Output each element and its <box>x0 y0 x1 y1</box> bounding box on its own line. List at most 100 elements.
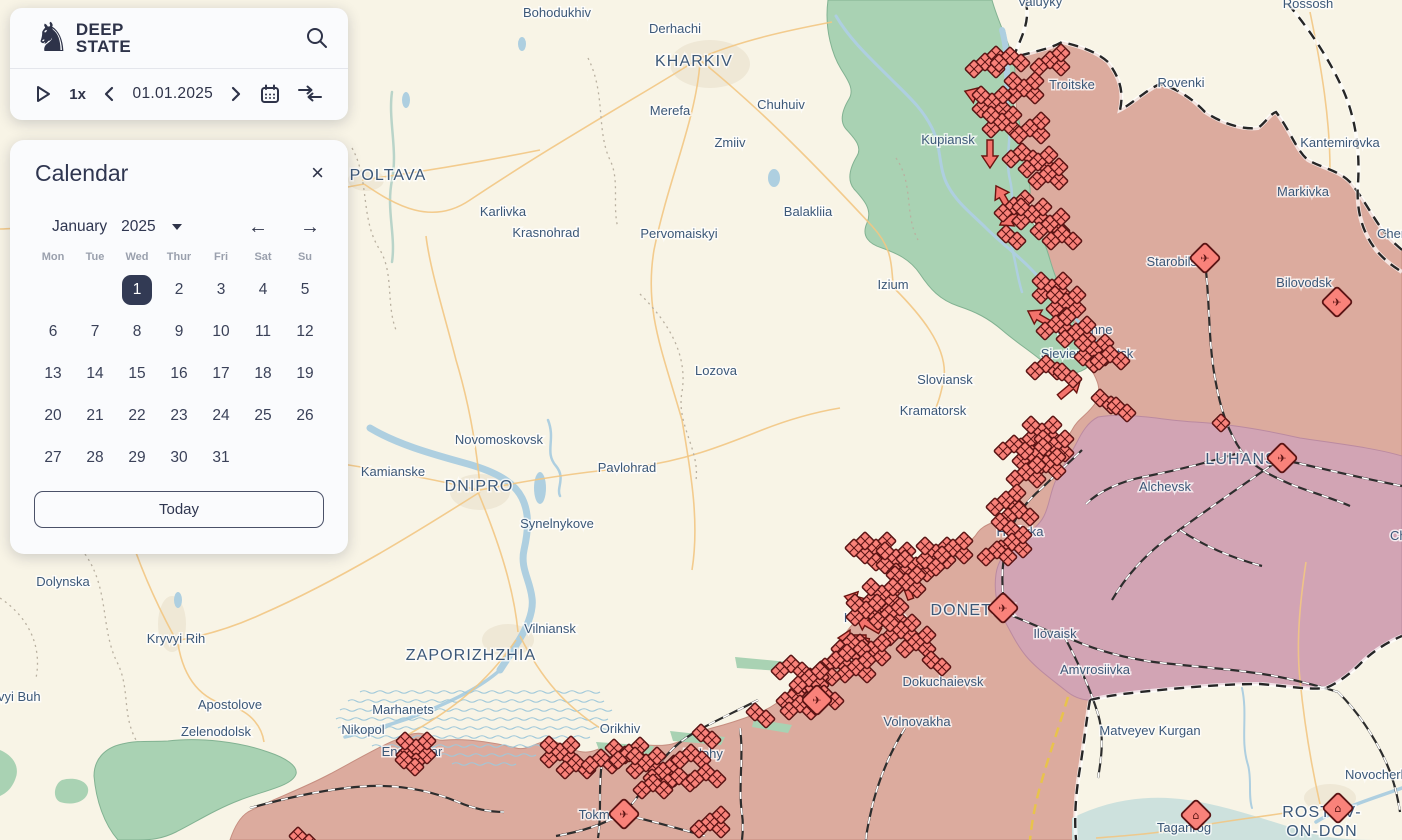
calendar-day[interactable]: 16 <box>158 353 200 395</box>
map-label: Kramatorsk <box>900 403 967 418</box>
today-button[interactable]: Today <box>34 491 324 528</box>
map-label: Derhachi <box>649 21 701 36</box>
map-label: Novomoskovsk <box>455 432 544 447</box>
lake <box>518 37 526 51</box>
calendar-day[interactable]: 24 <box>200 395 242 437</box>
merge-arrows-icon <box>297 85 322 102</box>
weekday-label: Su <box>297 251 313 263</box>
calendar-day[interactable]: 5 <box>284 269 326 311</box>
search-button[interactable] <box>302 24 332 54</box>
map-label: Marhanets <box>372 702 434 717</box>
month-label[interactable]: January <box>52 218 107 236</box>
weekday-header-row: Mon Tue Wed Thur Fri Sat Su <box>32 251 348 269</box>
svg-text:⌂: ⌂ <box>1193 809 1200 822</box>
map-label: Kamianske <box>361 464 425 479</box>
map-label: Cher <box>1390 528 1402 543</box>
calendar-icon <box>260 84 279 103</box>
map-label: Pavlohrad <box>598 460 657 475</box>
calendar-title: Calendar <box>35 160 129 186</box>
map-label: Troitske <box>1049 77 1095 92</box>
calendar-day[interactable]: 19 <box>284 353 326 395</box>
map-label: Dolynska <box>36 574 90 589</box>
svg-text:✈: ✈ <box>1277 452 1286 465</box>
calendar-day[interactable]: 10 <box>200 311 242 353</box>
next-month-button[interactable]: → <box>300 217 320 237</box>
weekday-label: Fri <box>213 251 229 263</box>
calendar-close-button[interactable]: × <box>309 160 326 186</box>
calendar-day[interactable]: 23 <box>158 395 200 437</box>
deepstate-map-app: Bohodukhiv Derhachi KHARKIV Merefa Chuhuiv Zm… <box>0 0 1402 840</box>
calendar-day[interactable]: 15 <box>116 353 158 395</box>
calendar-day[interactable]: 4 <box>242 269 284 311</box>
calendar-day-empty <box>32 269 74 311</box>
svg-text:✈: ✈ <box>998 602 1007 615</box>
map-label: Novocherkassk <box>1345 767 1402 782</box>
map-label: Krasnohrad <box>512 225 579 240</box>
map-label: Kryvyi Rih <box>147 631 206 646</box>
svg-text:✈: ✈ <box>1200 252 1209 265</box>
calendar-day-selected[interactable]: 1 <box>122 275 152 305</box>
map-label: Pervomaiskyi <box>640 226 717 241</box>
calendar-panel: Calendar × January 2025 ← → Mon Tue Wed Thu… <box>10 140 348 554</box>
calendar-day[interactable]: 2 <box>158 269 200 311</box>
prev-date-button[interactable] <box>104 86 114 102</box>
map-label: Ilovaisk <box>1033 626 1077 641</box>
play-button[interactable] <box>36 85 51 103</box>
calendar-day[interactable]: 11 <box>242 311 284 353</box>
calendar-day[interactable]: 14 <box>74 353 116 395</box>
lake <box>534 472 546 504</box>
calendar-day[interactable]: 3 <box>200 269 242 311</box>
map-label: Rossosh <box>1283 0 1334 11</box>
speed-button[interactable]: 1x <box>69 86 86 103</box>
calendar-day[interactable]: 30 <box>158 437 200 479</box>
calendar-day[interactable]: 13 <box>32 353 74 395</box>
logo-line-2: STATE <box>75 37 132 56</box>
calendar-day-empty <box>284 437 326 479</box>
calendar-day[interactable]: 12 <box>284 311 326 353</box>
map-label: Apostolove <box>198 697 262 712</box>
lake <box>768 169 780 187</box>
calendar-day[interactable]: 26 <box>284 395 326 437</box>
map-label: Synelnykove <box>520 516 594 531</box>
calendar-day[interactable]: 18 <box>242 353 284 395</box>
map-label: ZAPORIZHZHIA <box>406 647 537 664</box>
logo-text: DEEP STATE <box>75 19 132 56</box>
map-label: Izium <box>877 277 908 292</box>
chevron-left-icon <box>105 86 114 102</box>
calendar-day[interactable]: 17 <box>200 353 242 395</box>
map-label: Valuyky <box>1018 0 1063 9</box>
svg-text:✈: ✈ <box>1332 296 1341 309</box>
calendar-day[interactable]: 31 <box>200 437 242 479</box>
calendar-day[interactable]: 1 <box>116 269 158 311</box>
compare-button[interactable] <box>297 85 322 103</box>
logo-row: ♞ DEEP STATE <box>10 8 348 68</box>
calendar-day[interactable]: 25 <box>242 395 284 437</box>
weekday-label: Tue <box>85 251 105 263</box>
map-label: Lozova <box>695 363 738 378</box>
calendar-day[interactable]: 22 <box>116 395 158 437</box>
calendar-day[interactable]: 9 <box>158 311 200 353</box>
calendar-day[interactable]: 28 <box>74 437 116 479</box>
calendar-button[interactable] <box>260 84 280 104</box>
calendar-day[interactable]: 20 <box>32 395 74 437</box>
map-label: Bohodukhiv <box>523 5 591 20</box>
logo-line-1: DEEP <box>75 19 124 39</box>
map-label: Merefa <box>650 103 691 118</box>
map-label: Sloviansk <box>917 372 973 387</box>
map-label: ON-DON <box>1286 823 1357 840</box>
map-label: Rovenki <box>1158 75 1205 90</box>
chevron-down-icon[interactable] <box>171 224 182 230</box>
calendar-day[interactable]: 21 <box>74 395 116 437</box>
weekday-label: Mon <box>41 251 65 263</box>
calendar-day[interactable]: 7 <box>74 311 116 353</box>
map-label: Zmiiv <box>714 135 746 150</box>
prev-month-button[interactable]: ← <box>248 217 268 237</box>
year-label[interactable]: 2025 <box>121 218 155 236</box>
map-label: Markivka <box>1277 184 1330 199</box>
calendar-day[interactable]: 6 <box>32 311 74 353</box>
calendar-day[interactable]: 8 <box>116 311 158 353</box>
next-date-button[interactable] <box>231 86 241 102</box>
calendar-day[interactable]: 27 <box>32 437 74 479</box>
calendar-day[interactable]: 29 <box>116 437 158 479</box>
map-label: Orikhiv <box>600 721 641 736</box>
